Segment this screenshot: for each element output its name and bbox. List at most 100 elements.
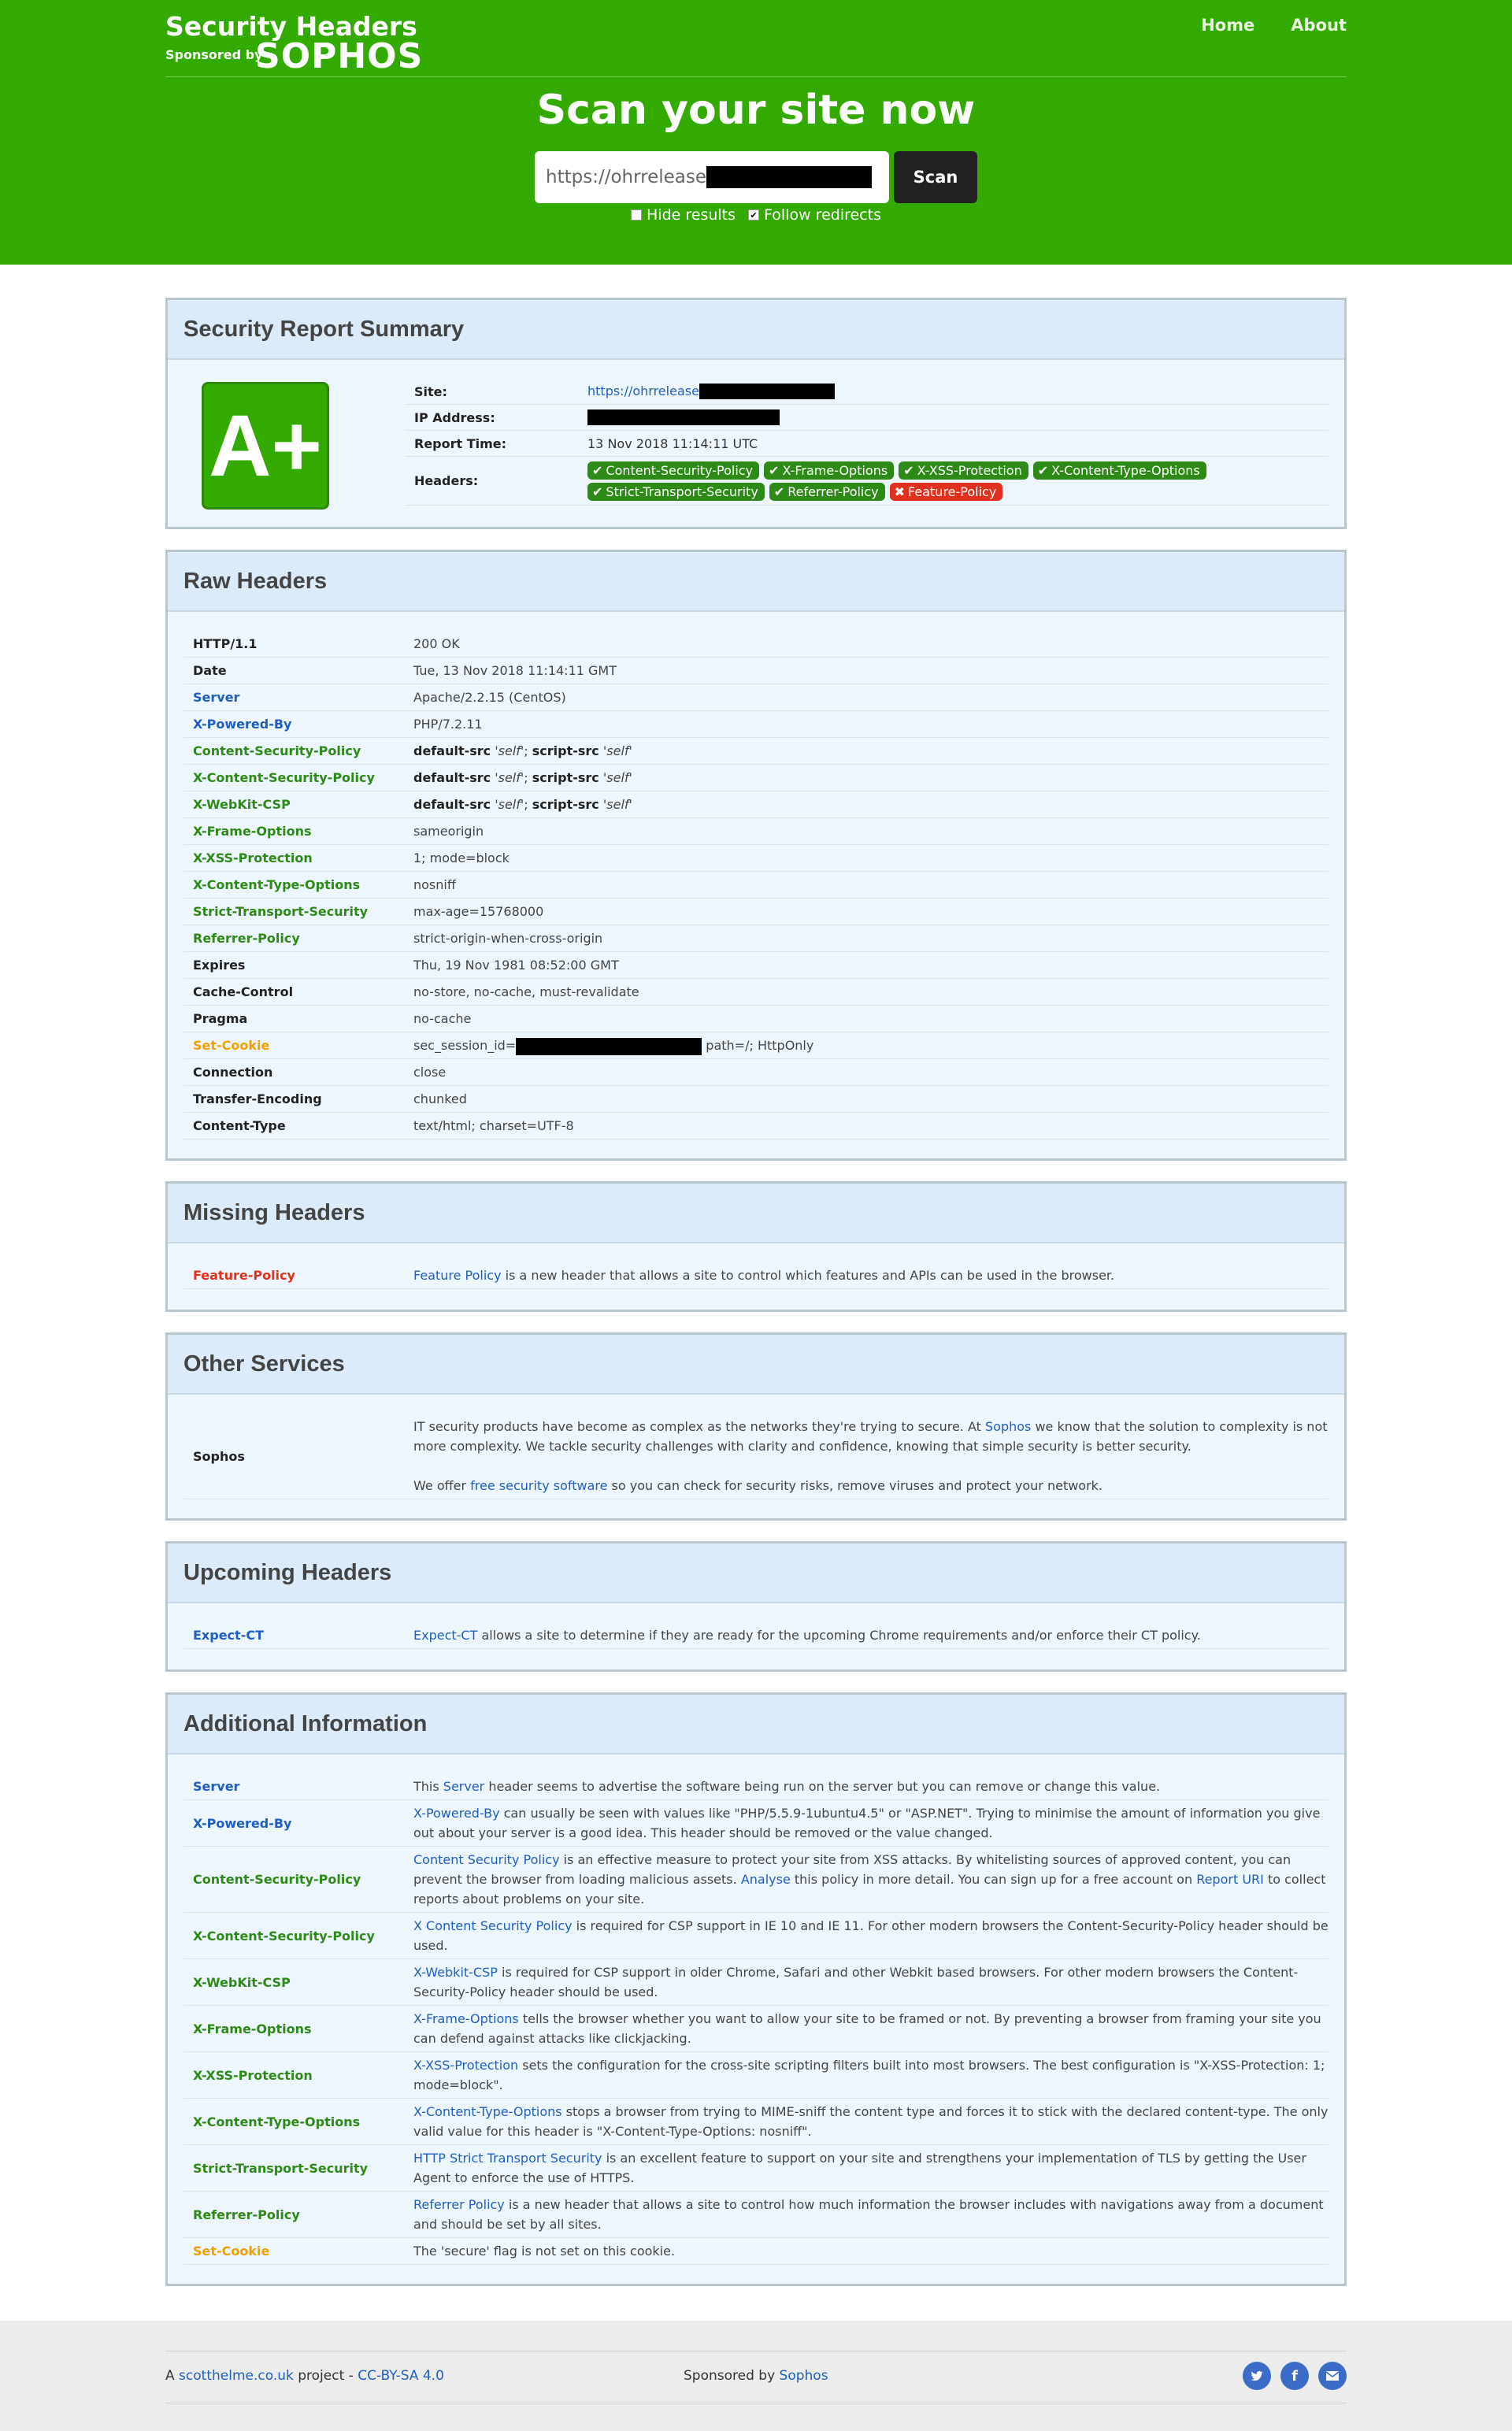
badge-label: Content-Security-Policy [606, 462, 754, 478]
raw-header-row: Server Apache/2.2.15 (CentOS) [183, 684, 1329, 711]
other-paragraph-2: We offer free security software so you c… [413, 1478, 1103, 1493]
raw-header-row: Set-Cookie sec_session_id= path=/; HttpOn… [183, 1032, 1329, 1059]
summary-row-site: Site: https://ohrrelease [405, 379, 1329, 405]
missing-text: is a new header that allows a site to co… [501, 1268, 1115, 1283]
facebook-icon[interactable]: f [1280, 2362, 1309, 2390]
check-icon: ✔ [773, 484, 785, 499]
header-badge: ✖ Feature-Policy [889, 482, 1003, 501]
header-badge: ✔ Content-Security-Policy [587, 461, 760, 480]
scan-button[interactable]: Scan [894, 151, 977, 203]
info-link[interactable]: X-Powered-By [413, 1806, 500, 1821]
summary-row-ip: IP Address: [405, 405, 1329, 431]
hide-results-checkbox[interactable] [631, 209, 643, 220]
raw-header-value: PHP/7.2.11 [413, 717, 483, 732]
info-link[interactable]: X-Webkit-CSP [413, 1965, 498, 1980]
info-link[interactable]: X Content Security Policy [413, 1918, 573, 1933]
raw-header-row: Pragma no-cache [183, 1006, 1329, 1032]
additional-info-name: Server [193, 1779, 240, 1794]
raw-header-value: chunked [413, 1091, 467, 1106]
follow-redirects-label: Follow redirects [764, 206, 881, 224]
missing-headers-title: Missing Headers [183, 1199, 365, 1225]
raw-header-row: Content-Security-Policy default-src 'self… [183, 738, 1329, 765]
raw-header-name: X-Content-Security-Policy [193, 770, 375, 785]
scotthelme-link[interactable]: scotthelme.co.uk [179, 2368, 294, 2384]
additional-info-row: X-WebKit-CSP X-Webkit-CSP is required for… [183, 1959, 1329, 2006]
badge-label: Feature-Policy [908, 484, 997, 499]
site-key: Site: [414, 384, 447, 399]
info-link[interactable]: X-Frame-Options [413, 2011, 519, 2026]
headers-key: Headers: [414, 473, 479, 488]
sophos-logo[interactable]: SOPHOS [255, 36, 423, 76]
url-input[interactable]: https://ohrrelease [535, 151, 889, 203]
scan-options: Hide results ✔ Follow redirects [165, 206, 1347, 224]
upcoming-text: allows a site to determine if they are r… [477, 1628, 1201, 1643]
raw-header-name: X-Powered-By [193, 717, 292, 732]
other-services-panel-header: Other Services [168, 1335, 1344, 1395]
info-link[interactable]: HTTP Strict Transport Security [413, 2151, 602, 2166]
follow-redirects-option[interactable]: ✔ Follow redirects [748, 206, 881, 224]
check-icon: ✔ [592, 462, 603, 478]
raw-header-row: Referrer-Policy strict-origin-when-cross-… [183, 925, 1329, 952]
additional-info-text: X-Webkit-CSP is required for CSP support… [413, 1965, 1299, 1999]
info-link[interactable]: Server [443, 1779, 484, 1794]
info-link[interactable]: Referrer Policy [413, 2197, 505, 2212]
license-link[interactable]: CC-BY-SA 4.0 [358, 2368, 444, 2384]
cross-icon: ✖ [894, 484, 906, 499]
raw-header-name: HTTP/1.1 [193, 636, 258, 651]
header-badges: ✔ Content-Security-Policy ✔ X-Frame-Options… [587, 461, 1329, 501]
social-icons: f [1243, 2362, 1347, 2390]
missing-key: Feature-Policy [193, 1268, 295, 1283]
follow-redirects-checkbox[interactable]: ✔ [748, 209, 760, 220]
summary-table: Site: https://ohrrelease IP Address: Rep… [405, 379, 1329, 506]
other-paragraph-1: IT security products have become as comp… [413, 1419, 1328, 1454]
additional-info-name: X-Content-Security-Policy [193, 1928, 375, 1944]
redacted-block [699, 384, 835, 400]
nav-home-link[interactable]: Home [1201, 16, 1254, 35]
info-link[interactable]: X-Content-Type-Options [413, 2104, 562, 2119]
time-key: Report Time: [414, 435, 507, 451]
additional-info-row: Referrer-Policy Referrer Policy is a new … [183, 2192, 1329, 2238]
expect-ct-link[interactable]: Expect-CT [413, 1628, 477, 1643]
summary-row-headers: Headers: ✔ Content-Security-Policy ✔ X-Fram… [405, 457, 1329, 506]
redacted-block [516, 1037, 702, 1055]
raw-header-value: Apache/2.2.15 (CentOS) [413, 690, 566, 705]
time-value: 13 Nov 2018 11:14:11 UTC [587, 435, 758, 451]
twitter-icon[interactable] [1243, 2362, 1271, 2390]
raw-header-row: Transfer-Encoding chunked [183, 1086, 1329, 1113]
raw-header-value: max-age=15768000 [413, 904, 544, 919]
page-headline: Scan your site now [536, 87, 976, 134]
raw-header-name: Pragma [193, 1011, 248, 1026]
feature-policy-link[interactable]: Feature Policy [413, 1268, 502, 1283]
additional-info-text: The 'secure' flag is not set on this coo… [413, 2244, 676, 2259]
analyse-link[interactable]: Analyse [741, 1872, 791, 1887]
top-bar: Security Headers Sponsored by SOPHOS Hom… [165, 0, 1347, 77]
hide-results-option[interactable]: Hide results [631, 206, 736, 224]
nav-about-link[interactable]: About [1291, 16, 1347, 35]
raw-header-name: X-Content-Type-Options [193, 877, 361, 892]
summary-row-time: Report Time: 13 Nov 2018 11:14:11 UTC [405, 431, 1329, 457]
info-link[interactable]: X-XSS-Protection [413, 2058, 518, 2073]
free-software-link[interactable]: free security software [470, 1478, 607, 1493]
other-services-title: Other Services [183, 1351, 345, 1377]
additional-info-name: X-Content-Type-Options [193, 2114, 361, 2129]
raw-header-row: Content-Type text/html; charset=UTF-8 [183, 1113, 1329, 1140]
additional-info-text: Referrer Policy is a new header that all… [413, 2197, 1324, 2232]
main-nav: Home About [1201, 16, 1347, 35]
additional-info-text: X Content Security Policy is required fo… [413, 1918, 1329, 1953]
footer-sophos-link[interactable]: Sophos [780, 2368, 828, 2384]
raw-header-name: Cache-Control [193, 984, 294, 999]
expect-ct-key: Expect-CT [193, 1628, 264, 1643]
site-link[interactable]: https://ohrrelease [587, 384, 699, 398]
report-uri-link[interactable]: Report URI [1196, 1872, 1264, 1887]
sophos-key: Sophos [193, 1448, 245, 1464]
email-icon[interactable] [1318, 2362, 1347, 2390]
check-icon: ✔ [1037, 462, 1049, 478]
check-icon: ✔ [592, 484, 603, 499]
sophos-link[interactable]: Sophos [985, 1419, 1031, 1434]
raw-header-value: no-cache [413, 1011, 472, 1026]
additional-info-row: X-Content-Type-Options X-Content-Type-Opt… [183, 2099, 1329, 2145]
info-link[interactable]: Content Security Policy [413, 1852, 560, 1867]
raw-header-name: Strict-Transport-Security [193, 904, 369, 919]
footer-credit: A scotthelme.co.uk project - CC-BY-SA 4.… [165, 2368, 444, 2384]
redacted-block [587, 409, 780, 426]
